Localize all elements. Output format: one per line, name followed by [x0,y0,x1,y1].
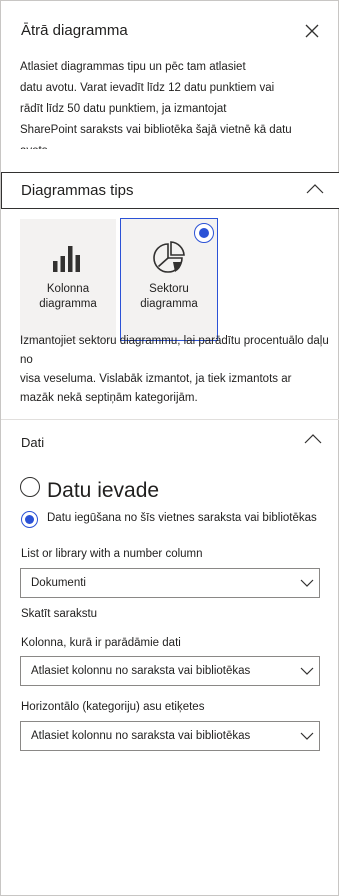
quick-chart-panel: Ātrā diagramma Atlasiet diagrammas tipu … [0,0,339,896]
section-divider [1,419,339,420]
intro-text: Atlasiet diagrammas tipu un pēc tam atla… [20,57,332,149]
selected-radio-icon [194,223,214,243]
description-line: Izmantojiet sektoru diagrammu, lai parād… [20,335,329,366]
pie-chart-icon [153,241,185,273]
list-data-label: Datu iegūšana no šīs vietnes saraksta va… [47,512,317,524]
panel-title: Ātrā diagramma [21,22,128,39]
chevron-down-icon [300,667,314,675]
column-chart-icon [53,246,80,272]
intro-line: rādīt līdz 50 datu punktiem, ja izmantoj… [20,103,227,115]
list-library-dropdown[interactable]: Dokumenti [20,568,320,598]
chart-type-section-header[interactable]: Diagrammas tips [1,172,339,209]
intro-line: datu avotu. Varat ievadīt līdz 12 datu p… [20,82,275,94]
intro-line: SharePoint saraksts vai bibliotēka šajā … [20,124,292,136]
intro-line: avots. [20,141,332,149]
column-label: Kolonna, kurā ir parādāmie dati [21,637,181,649]
manual-data-label: Datu ievade [47,479,160,502]
close-icon [305,24,319,38]
dropdown-value: Dokumenti [31,577,86,589]
description-line: visa veseluma. Vislabāk izmantot, ja tie… [20,373,292,385]
chart-type-description: Izmantojiet sektoru diagrammu, lai parād… [20,332,334,408]
dropdown-value: Atlasiet kolonnu no saraksta vai bibliot… [31,665,251,677]
tile-label: diagramma [39,298,97,310]
data-section-title: Dati [21,435,45,450]
axis-labels-dropdown[interactable]: Atlasiet kolonnu no saraksta vai bibliot… [20,721,320,751]
column-chart-tile[interactable]: Kolonna diagramma [20,219,116,341]
tile-label: Kolonna [46,283,90,295]
close-button[interactable] [302,21,322,41]
chevron-up-icon[interactable] [304,433,322,445]
pie-chart-tile[interactable]: Sektoru diagramma [120,218,218,341]
axis-labels-label: Horizontālo (kategoriju) asu etiķetes [21,701,205,713]
description-line: mazāk nekā septiņām kategorijām. [20,392,198,404]
view-list-link[interactable]: Skatīt sarakstu [21,608,97,620]
chevron-down-icon [300,732,314,740]
intro-line: Atlasiet diagrammas tipu un pēc tam atla… [20,61,246,73]
chevron-down-icon [300,579,314,587]
list-data-radio[interactable] [21,511,38,528]
dropdown-value: Atlasiet kolonnu no saraksta vai bibliot… [31,730,251,742]
column-dropdown[interactable]: Atlasiet kolonnu no saraksta vai bibliot… [20,656,320,686]
section-title: Diagrammas tips [21,182,134,199]
chevron-up-icon [306,184,324,194]
tile-label: Sektoru diagramma [140,283,198,310]
manual-data-radio[interactable] [20,477,40,497]
list-library-label: List or library with a number column [21,548,203,560]
